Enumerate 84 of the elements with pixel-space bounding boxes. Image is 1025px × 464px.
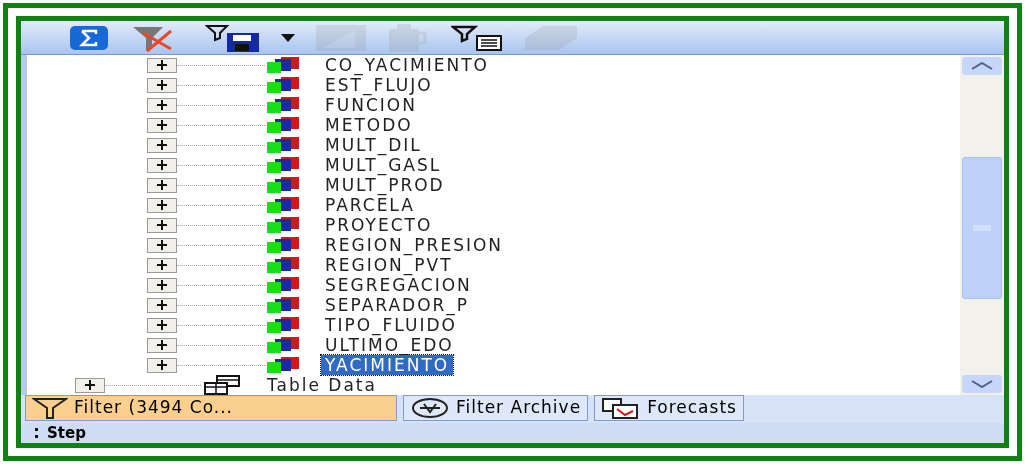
tab[interactable]: Filter (3494 Co... — [25, 395, 397, 421]
plus-icon — [156, 259, 168, 271]
tree-item[interactable]: REGION_PVT — [321, 255, 457, 275]
tab[interactable]: Forecasts — [594, 395, 744, 421]
cube-icon — [265, 356, 301, 374]
cube-icon — [265, 316, 301, 334]
cube-icon — [265, 196, 301, 214]
expand-toggle[interactable] — [147, 297, 177, 313]
cube-icon — [265, 256, 301, 274]
tree-item[interactable]: REGION_PRESION — [321, 235, 508, 255]
expand-toggle[interactable] — [147, 97, 177, 113]
plus-icon — [156, 99, 168, 111]
panel-title: Step — [47, 424, 86, 442]
cube-icon — [265, 176, 301, 194]
expand-toggle[interactable] — [147, 357, 177, 373]
plus-icon — [156, 199, 168, 211]
expand-toggle[interactable] — [147, 277, 177, 293]
expand-toggle[interactable] — [147, 317, 177, 333]
expand-toggle[interactable] — [147, 157, 177, 173]
plus-icon — [156, 279, 168, 291]
tree-item[interactable]: ULTIMO_EDO — [321, 335, 458, 355]
expand-toggle[interactable] — [147, 257, 177, 273]
cube-icon — [265, 156, 301, 174]
chevron-down-icon — [971, 380, 993, 388]
scroll-up-button[interactable] — [962, 57, 1002, 75]
tree-item[interactable]: SEPARADOR_P — [321, 295, 474, 315]
sigma-icon[interactable] — [69, 24, 109, 51]
cube-icon — [265, 336, 301, 354]
filter-list-icon[interactable] — [451, 23, 503, 52]
cube-icon — [265, 96, 301, 114]
tree-item[interactable]: TIPO_FLUIDO — [321, 315, 461, 335]
tree-item[interactable]: EST_FLUJO — [321, 75, 437, 95]
scroll-down-button[interactable] — [962, 375, 1002, 393]
cube-icon — [265, 236, 301, 254]
caret-icon[interactable] — [281, 33, 295, 42]
plus-icon — [156, 79, 168, 91]
plus-icon — [156, 159, 168, 171]
plus-icon — [156, 239, 168, 251]
cube-icon — [265, 296, 301, 314]
cube-icon — [265, 136, 301, 154]
tree-item[interactable]: YACIMIENTO — [321, 355, 454, 375]
tab[interactable]: Filter Archive — [403, 395, 589, 421]
scrollbar[interactable] — [960, 55, 1004, 395]
tree-item[interactable]: FUNCION — [321, 95, 421, 115]
tree-item[interactable]: SEGREGACION — [321, 275, 476, 295]
tree-item[interactable]: METODO — [321, 115, 417, 135]
plus-icon — [156, 139, 168, 151]
tree-item[interactable]: Table Data — [263, 375, 381, 395]
plus-icon — [156, 179, 168, 191]
expand-toggle[interactable] — [147, 237, 177, 253]
expand-toggle[interactable] — [147, 117, 177, 133]
tree-item[interactable]: PROYECTO — [321, 215, 437, 235]
tree-item[interactable]: MULT_DIL — [321, 135, 426, 155]
plus-icon — [156, 339, 168, 351]
plus-icon — [84, 379, 96, 391]
grip-icon[interactable] — [35, 427, 39, 439]
expand-toggle[interactable] — [147, 337, 177, 353]
scroll-thumb[interactable] — [962, 157, 1002, 299]
plus-icon — [156, 319, 168, 331]
expand-toggle[interactable] — [147, 197, 177, 213]
filter-save-icon[interactable] — [205, 22, 261, 53]
tree-item[interactable]: PARCELA — [321, 195, 419, 215]
tree-item[interactable]: CO_YACIMIENTO — [321, 55, 493, 75]
cube-icon — [265, 56, 301, 74]
expand-toggle[interactable] — [147, 177, 177, 193]
cube-icon — [265, 276, 301, 294]
plus-icon — [156, 59, 168, 71]
expand-toggle[interactable] — [147, 137, 177, 153]
cube-icon — [265, 216, 301, 234]
archive-icon — [410, 397, 450, 419]
tree-item[interactable]: MULT_PROD — [321, 175, 449, 195]
chevron-up-icon — [971, 62, 993, 70]
expand-toggle[interactable] — [147, 77, 177, 93]
cube-icon — [265, 116, 301, 134]
filter-icon — [32, 397, 68, 419]
expand-toggle[interactable] — [147, 217, 177, 233]
plus-icon — [156, 119, 168, 131]
cube-icon — [265, 76, 301, 94]
plus-icon — [156, 219, 168, 231]
plus-icon — [156, 359, 168, 371]
plus-icon — [156, 299, 168, 311]
expand-toggle[interactable] — [147, 57, 177, 73]
tree-item[interactable]: MULT_GASL — [321, 155, 446, 175]
expand-toggle[interactable] — [75, 377, 105, 393]
